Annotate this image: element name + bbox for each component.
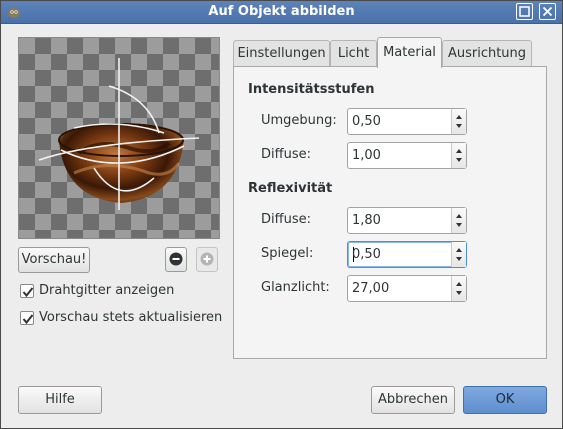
tab-licht[interactable]: Licht — [330, 40, 377, 67]
arrow-up-icon[interactable] — [455, 148, 463, 154]
checkmark-icon — [22, 314, 34, 325]
arrow-up-icon[interactable] — [455, 247, 463, 253]
arrow-down-icon[interactable] — [455, 222, 463, 228]
ok-button-label: OK — [495, 392, 515, 407]
checkbox-box[interactable] — [20, 284, 34, 298]
diffuse-intensity-value[interactable]: 1,00 — [352, 148, 381, 163]
intensity-section-title: Intensitätsstufen — [248, 82, 375, 97]
help-button-label: Hilfe — [45, 392, 75, 407]
title-bar[interactable]: Auf Objekt abbilden — [1, 1, 562, 24]
preview-button-label: Vorschau! — [21, 252, 87, 267]
reflectivity-section-title: Reflexivität — [248, 181, 333, 196]
maximize-button[interactable] — [516, 3, 533, 20]
diffuse-intensity-spinbutton[interactable]: 1,00 — [347, 142, 467, 169]
highlight-label: Glanzlicht: — [261, 280, 330, 295]
arrow-down-icon[interactable] — [455, 290, 463, 296]
arrow-up-icon[interactable] — [455, 213, 463, 219]
maximize-icon — [519, 6, 530, 17]
specular-spinbutton[interactable]: 0,50 — [347, 241, 467, 268]
highlight-value[interactable]: 27,00 — [352, 281, 389, 296]
help-button[interactable]: Hilfe — [18, 386, 102, 414]
cancel-button-label: Abbrechen — [377, 392, 449, 407]
diffuse-reflectivity-label: Diffuse: — [261, 212, 311, 227]
spin-arrows[interactable] — [451, 242, 466, 267]
zoom-in-button[interactable] — [196, 247, 218, 272]
cancel-button[interactable]: Abbrechen — [371, 386, 455, 414]
zoom-out-button[interactable] — [165, 247, 187, 272]
specular-label: Spiegel: — [261, 246, 314, 261]
highlight-spinbutton[interactable]: 27,00 — [347, 275, 467, 302]
spin-arrows[interactable] — [451, 143, 466, 168]
tab-material[interactable]: Material — [377, 37, 442, 68]
tab-ausrichtung[interactable]: Ausrichtung — [442, 40, 532, 67]
checkbox-box[interactable] — [20, 311, 34, 325]
dialog-window: Auf Objekt abbilden Vorschau! Drahtgitte… — [0, 0, 563, 429]
preview-canvas[interactable] — [18, 37, 220, 239]
arrow-up-icon[interactable] — [455, 114, 463, 120]
arrow-down-icon[interactable] — [455, 256, 463, 262]
material-panel: Intensitätsstufen Umgebung: 0,50 Diffuse… — [233, 66, 547, 359]
tab-einstellungen[interactable]: Einstellungen — [233, 40, 330, 67]
ambient-value[interactable]: 0,50 — [352, 114, 381, 129]
zoom-out-icon — [169, 252, 183, 266]
diffuse-reflectivity-spinbutton[interactable]: 1,80 — [347, 207, 467, 234]
spin-arrows[interactable] — [451, 109, 466, 134]
ok-button[interactable]: OK — [463, 386, 547, 414]
arrow-up-icon[interactable] — [455, 281, 463, 287]
preview-button[interactable]: Vorschau! — [18, 247, 90, 273]
specular-value[interactable]: 0,50 — [352, 247, 381, 262]
checkbox-label: Drahtgitter anzeigen — [39, 283, 175, 298]
spin-arrows[interactable] — [451, 276, 466, 301]
spin-arrows[interactable] — [451, 208, 466, 233]
checkmark-icon — [22, 287, 34, 298]
ambient-label: Umgebung: — [261, 113, 337, 128]
zoom-in-icon — [200, 252, 214, 266]
close-button[interactable] — [539, 3, 556, 20]
diffuse-intensity-label: Diffuse: — [261, 147, 311, 162]
close-icon — [542, 6, 553, 17]
checkbox-label: Vorschau stets aktualisieren — [39, 310, 223, 325]
arrow-down-icon[interactable] — [455, 157, 463, 163]
preview-bowl-image — [38, 58, 200, 210]
diffuse-reflectivity-value[interactable]: 1,80 — [352, 213, 381, 228]
window-title: Auf Objekt abbilden — [208, 4, 355, 19]
ambient-spinbutton[interactable]: 0,50 — [347, 108, 467, 135]
arrow-down-icon[interactable] — [455, 123, 463, 129]
